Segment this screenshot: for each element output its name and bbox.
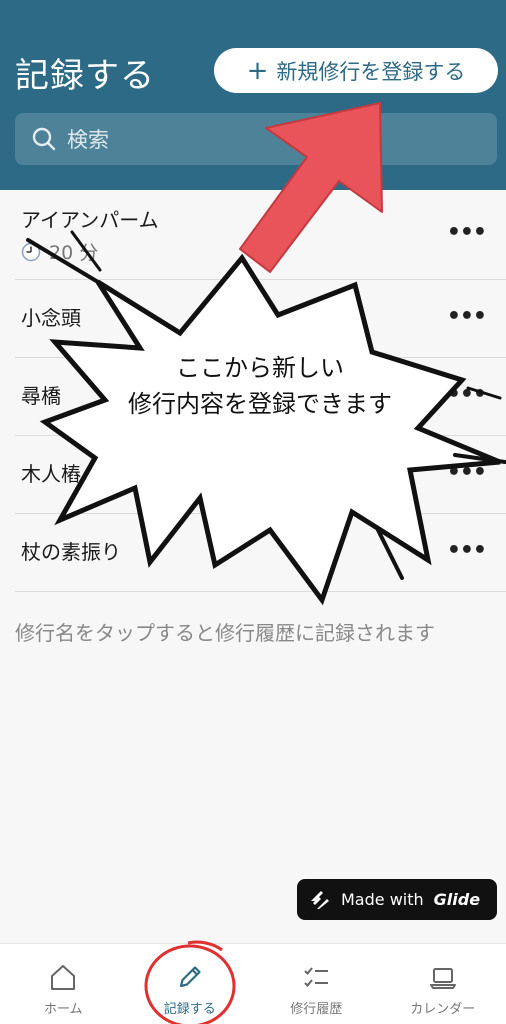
tab-label: 記録する xyxy=(163,1002,216,1017)
more-options-icon[interactable]: ••• xyxy=(447,304,487,329)
list-item[interactable]: アイアンパーム 20 分 ••• xyxy=(15,190,506,280)
page-title: 記録する xyxy=(15,56,155,96)
list-item-name: アイアンパーム xyxy=(21,208,159,232)
hint-text: 修行名をタップすると修行履歴に記録されます xyxy=(15,621,435,645)
tab-calendar[interactable]: カレンダー xyxy=(380,944,506,1024)
more-options-icon[interactable]: ••• xyxy=(447,382,487,407)
search-input[interactable]: 検索 xyxy=(15,113,497,165)
bottom-tab-bar: ホーム 記録する 修行履歴 カレンダー xyxy=(0,943,506,1024)
glide-badge-brand: Glide xyxy=(433,890,481,909)
glide-logo-icon xyxy=(311,890,329,909)
list-item-name: 小念頭 xyxy=(21,306,81,330)
header-bar: 記録する + 新規修行を登録する 検索 xyxy=(0,0,506,190)
tab-history[interactable]: 修行履歴 xyxy=(253,944,380,1024)
tab-label: カレンダー xyxy=(410,1002,476,1017)
callout-text: ここから新しい 修行内容を登録できます xyxy=(90,350,430,422)
more-options-icon[interactable]: ••• xyxy=(447,220,487,245)
tab-label: 修行履歴 xyxy=(290,1002,343,1017)
list-item[interactable]: 杖の素振り ••• xyxy=(15,514,506,592)
list-item-name: 杖の素振り xyxy=(21,540,121,564)
list-item-duration: 20 分 xyxy=(21,238,98,265)
search-icon xyxy=(32,127,56,151)
glide-badge-prefix: Made with xyxy=(341,890,424,909)
pencil-icon xyxy=(179,966,201,988)
new-practice-button-label: 新規修行を登録する xyxy=(276,59,466,84)
more-options-icon[interactable]: ••• xyxy=(447,460,487,485)
laptop-icon xyxy=(429,968,456,989)
tab-record[interactable]: 記録する xyxy=(127,944,254,1024)
list-item[interactable]: 小念頭 ••• xyxy=(15,280,506,358)
home-icon xyxy=(51,965,76,990)
callout-line-2: 修行内容を登録できます xyxy=(128,390,392,418)
tab-label: ホーム xyxy=(43,1002,83,1017)
checklist-icon xyxy=(304,967,329,987)
list-item-name: 木人樁 xyxy=(21,462,81,486)
tab-home[interactable]: ホーム xyxy=(0,944,127,1024)
more-options-icon[interactable]: ••• xyxy=(447,538,487,563)
new-practice-button[interactable]: + 新規修行を登録する xyxy=(214,48,498,93)
clock-icon xyxy=(21,242,41,261)
search-placeholder: 検索 xyxy=(67,128,109,152)
duration-text: 20 分 xyxy=(49,242,99,264)
list-item[interactable]: 木人樁 ••• xyxy=(15,436,506,514)
made-with-glide-badge[interactable]: Made with Glide xyxy=(297,879,497,920)
list-item-name: 尋橋 xyxy=(21,384,61,408)
plus-icon: + xyxy=(246,55,269,86)
callout-line-1: ここから新しい xyxy=(176,354,344,382)
